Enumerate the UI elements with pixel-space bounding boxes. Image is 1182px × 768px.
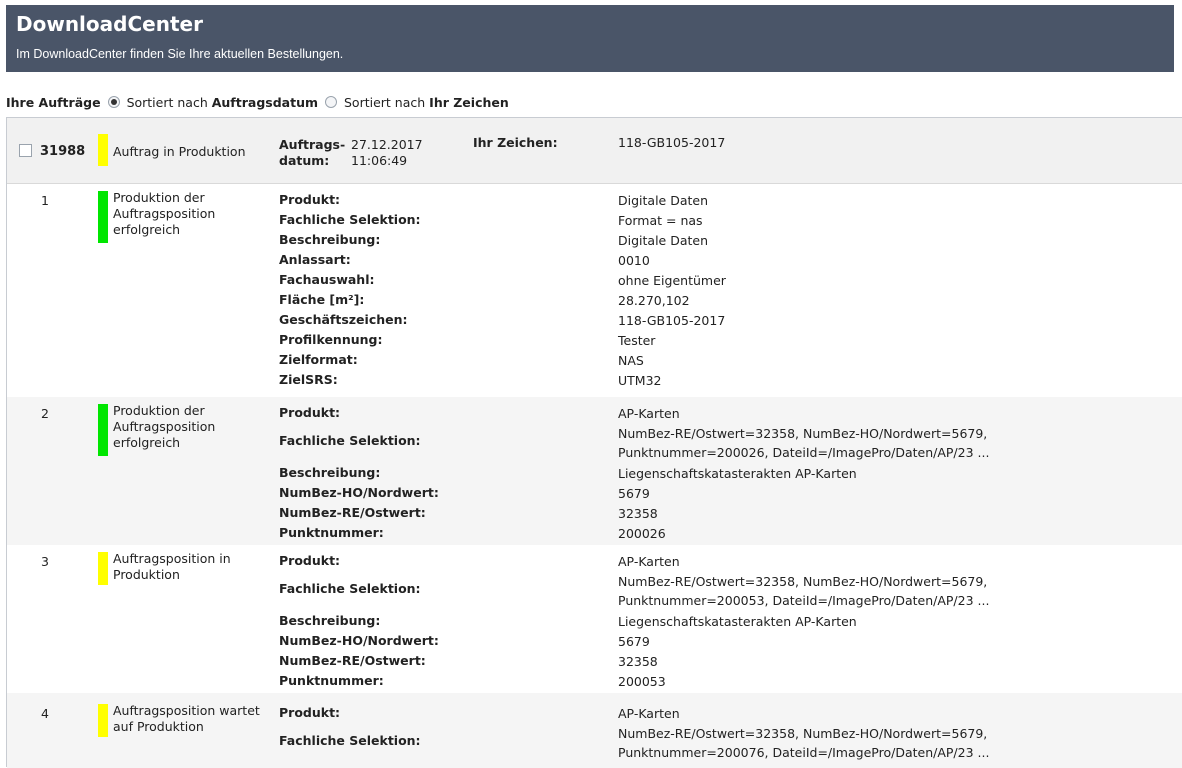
order-select-checkbox[interactable] [19, 144, 32, 157]
position-status: Auftragsposition wartet auf Produktion [113, 703, 260, 734]
sort-by-date-label[interactable]: Sortiert nach Auftragsdatum [127, 95, 318, 110]
position-number: 1 [41, 193, 49, 208]
page-subtitle: Im DownloadCenter finden Sie Ihre aktuel… [16, 47, 344, 61]
position-number: 3 [41, 554, 49, 569]
order-reference-value: 118-GB105-2017 [618, 135, 726, 150]
position-status: Produktion der Auftragsposition erfolgreic… [113, 403, 216, 450]
order-id: 31988 [40, 144, 86, 159]
position-row: 2 Produktion der Auftragsposition erfolgre… [7, 397, 1182, 545]
orders-table: 31988 Auftrag in Produktion Auftrags-dat… [6, 117, 1182, 768]
sort-options: Ihre Aufträge Sortiert nach Auftragsdatu… [6, 93, 509, 111]
position-row: 4 Auftragsposition wartet auf Produktion … [7, 693, 1182, 768]
position-status-indicator [98, 404, 108, 456]
sort-by-reference-label[interactable]: Sortiert nach Ihr Zeichen [344, 95, 509, 110]
position-status: Produktion der Auftragsposition erfolgreic… [113, 190, 216, 237]
order-reference-label: Ihr Zeichen: [473, 135, 558, 150]
order-header-row: 31988 Auftrag in Produktion Auftrags-dat… [7, 118, 1182, 184]
orders-label: Ihre Aufträge [6, 94, 101, 110]
position-number: 2 [41, 406, 49, 421]
position-status-indicator [98, 704, 108, 737]
position-number: 4 [41, 706, 49, 721]
sort-by-date-radio[interactable] [107, 96, 120, 108]
position-row: 1 Produktion der Auftragsposition erfolgre… [7, 184, 1182, 397]
order-status: Auftrag in Produktion [113, 144, 246, 159]
position-status-indicator [98, 552, 108, 585]
sort-by-reference-radio[interactable] [325, 96, 337, 108]
order-date-value: 27.12.2017 11:06:49 [351, 137, 423, 168]
order-date-label: Auftrags-datum: [279, 137, 346, 168]
order-status-indicator [98, 134, 108, 166]
position-status: Auftragsposition in Produktion [113, 551, 231, 582]
page-header: DownloadCenter Im DownloadCenter finden … [6, 5, 1174, 72]
position-status-indicator [98, 191, 108, 243]
page-title: DownloadCenter [16, 12, 203, 36]
position-row: 3 Auftragsposition in Produktion Produkt:… [7, 545, 1182, 693]
